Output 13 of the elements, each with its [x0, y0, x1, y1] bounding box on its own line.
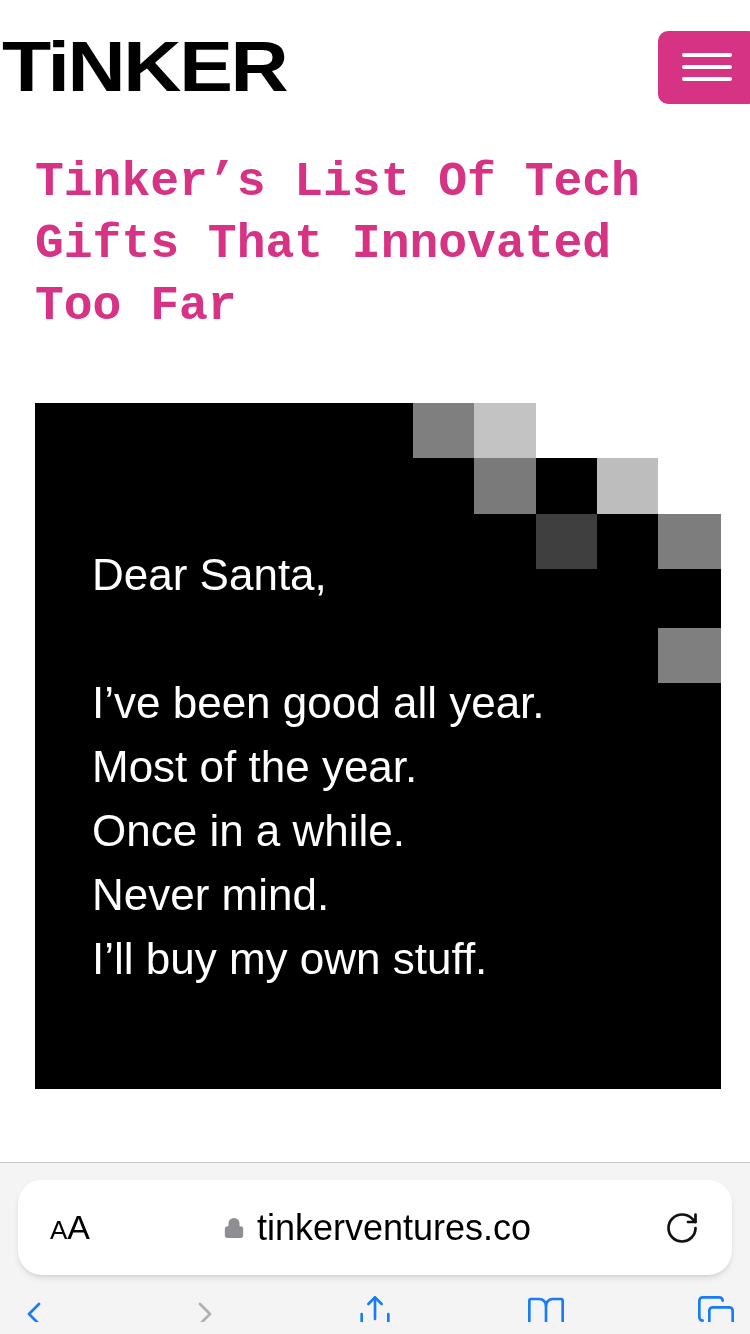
- menu-icon: [682, 52, 732, 82]
- image-text-line: Never mind.: [92, 869, 331, 921]
- image-text-line: I’ve been good all year.: [92, 677, 545, 729]
- menu-button[interactable]: [658, 30, 750, 104]
- article-title: Tinker’s List Of Tech Gifts That Innovated Too Far: [34, 154, 641, 335]
- image-text-line: Dear Santa,: [92, 549, 328, 601]
- logo[interactable]: TiNKER: [2, 32, 287, 102]
- image-text-line: Most of the year.: [92, 741, 419, 793]
- url-field[interactable]: tinkerventures.co: [256, 1200, 532, 1255]
- image-text-line: Once in a while.: [92, 805, 407, 857]
- lock-icon: [222, 1216, 245, 1239]
- text-size-button[interactable]: AA: [50, 1202, 91, 1253]
- image-text-line: I’ll buy my own stuff.: [92, 933, 489, 985]
